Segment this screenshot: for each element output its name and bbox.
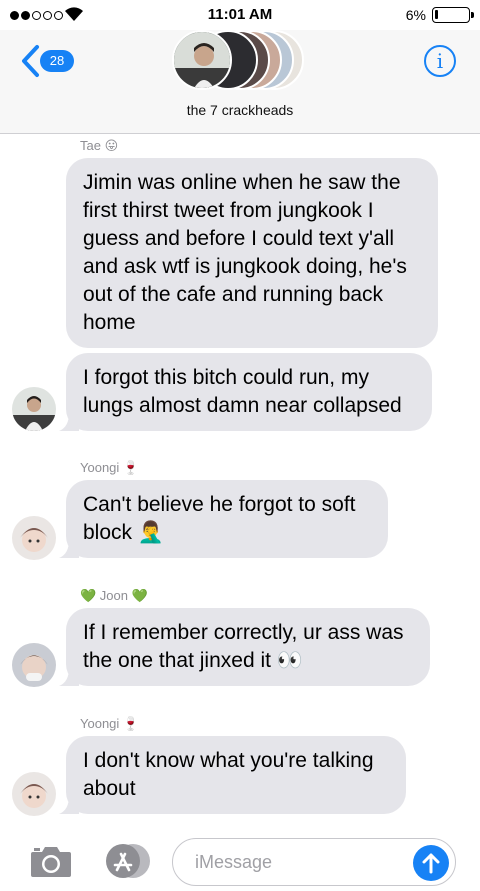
battery-icon (432, 7, 474, 23)
group-avatar-1 (172, 30, 232, 90)
app-store-button[interactable] (101, 843, 151, 879)
group-avatars[interactable] (172, 30, 312, 94)
sender-name: Yoongi 🍷 (80, 460, 140, 475)
battery-percent: 6% (405, 7, 426, 23)
message-bubble[interactable]: If I remember correctly, ur ass was the … (59, 608, 430, 686)
info-button[interactable]: i (424, 45, 456, 77)
conversation-header: 28 the 7 crackheads i (0, 30, 480, 134)
avatar[interactable] (12, 387, 56, 431)
bubble-tail (59, 540, 79, 558)
avatar[interactable] (12, 516, 56, 560)
message-text: I forgot this bitch could run, my lungs … (83, 366, 402, 417)
unread-count-badge: 28 (40, 50, 74, 72)
message-text: Jimin was online when he saw the first t… (83, 171, 407, 334)
bubble-tail (59, 413, 79, 431)
sender-name: 💚 Joon 💚 (80, 588, 148, 603)
send-button[interactable] (413, 845, 449, 881)
compose-bar: iMessage (0, 830, 480, 891)
bubble-tail (59, 668, 79, 686)
message-bubble[interactable]: Jimin was online when he saw the first t… (66, 158, 438, 348)
bubble-tail (59, 796, 79, 814)
group-name[interactable]: the 7 crackheads (0, 102, 480, 118)
status-bar: 11:01 AM 6% (0, 0, 480, 30)
back-button[interactable]: 28 (20, 44, 80, 78)
chevron-left-icon (22, 45, 39, 77)
message-bubble[interactable]: I forgot this bitch could run, my lungs … (59, 353, 432, 431)
message-bubble[interactable]: Can't believe he forgot to soft block 🤦‍… (59, 480, 388, 558)
message-text: I don't know what you're talking about (83, 749, 374, 800)
avatar[interactable] (12, 772, 56, 816)
message-text: If I remember correctly, ur ass was the … (83, 621, 404, 672)
message-text: Can't believe he forgot to soft block 🤦‍… (83, 493, 356, 544)
arrow-up-icon (422, 853, 440, 874)
message-input[interactable]: iMessage (172, 838, 456, 886)
camera-icon[interactable] (30, 844, 72, 878)
sender-name: Yoongi 🍷 (80, 716, 140, 731)
sender-name: Tae 😛 (80, 138, 119, 153)
message-input-placeholder: iMessage (195, 852, 273, 872)
message-bubble[interactable]: I don't know what you're talking about (59, 736, 406, 814)
app-store-icon (106, 844, 150, 878)
avatar[interactable] (12, 643, 56, 687)
